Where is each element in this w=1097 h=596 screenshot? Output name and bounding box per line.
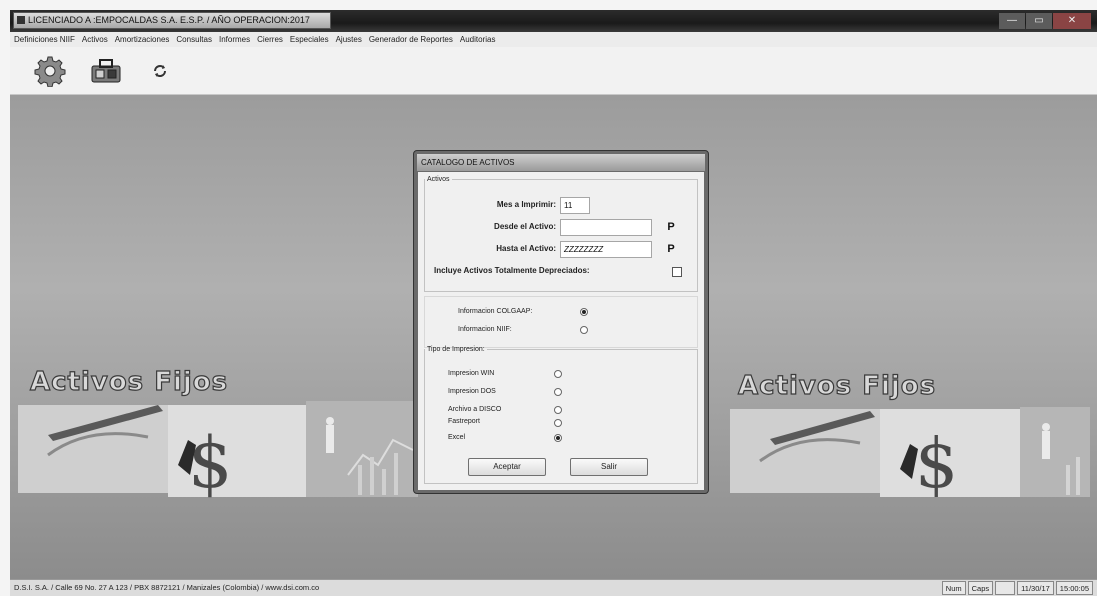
maximize-button[interactable]: ▭ [1026,13,1052,29]
banner-title-right: Activos Fijos [737,370,937,401]
activos-group-label: Activos [427,176,450,183]
title-bar: LICENCIADO A :EMPOCALDAS S.A. E.S.P. / A… [10,10,1097,32]
hasta-activo-input[interactable]: ZZZZZZZZ [560,241,652,258]
close-button[interactable]: ✕ [1053,13,1091,29]
toolbox-icon[interactable] [86,53,126,89]
dialog-title: CATALOGO DE ACTIVOS [417,154,705,171]
tipo-impresion-group: Tipo de Impresion: [424,346,698,484]
desde-activo-input[interactable] [560,219,652,236]
status-bar: D.S.I. S.A. / Calle 69 No. 27 A 123 / PB… [10,579,1097,596]
menu-activos[interactable]: Activos [82,32,108,47]
dialog-body: Activos Mes a Imprimir: 11 Desde el Acti… [418,172,704,490]
print-fastreport-radio[interactable] [554,419,562,427]
print-disco-radio[interactable] [554,406,562,414]
toolbar [10,47,1097,95]
print-option-label: Impresion DOS [448,388,496,395]
status-ins [995,581,1016,595]
menu-consultas[interactable]: Consultas [176,32,212,47]
hasta-label: Hasta el Activo: [496,244,556,253]
info-colgaap-label: Informacion COLGAAP: [458,308,533,315]
menu-informes[interactable]: Informes [219,32,250,47]
status-num: Num [941,581,966,595]
window-title: LICENCIADO A :EMPOCALDAS S.A. E.S.P. / A… [13,12,331,29]
print-win-radio[interactable] [554,370,562,378]
menu-cierres[interactable]: Cierres [257,32,283,47]
banner-title-left: Activos Fijos [29,366,229,397]
gear-icon[interactable] [32,53,68,89]
print-option-label: Archivo a DISCO [448,406,502,413]
hasta-lookup-icon[interactable]: P [665,243,677,256]
menu-amortizaciones[interactable]: Amortizaciones [115,32,170,47]
info-niif-radio[interactable] [580,326,588,334]
app-icon [17,16,25,24]
menu-definiciones-niif[interactable]: Definiciones NIIF [14,32,75,47]
print-option-label: Impresion WIN [448,370,495,377]
main-window: LICENCIADO A :EMPOCALDAS S.A. E.S.P. / A… [10,10,1097,596]
window-controls: — ▭ ✕ [999,13,1091,29]
aceptar-button[interactable]: Aceptar [468,458,546,476]
salir-button[interactable]: Salir [570,458,648,476]
desde-lookup-icon[interactable]: P [665,221,677,234]
banner-image-right: $ [730,399,1090,503]
incluye-depreciados-checkbox[interactable] [672,267,682,277]
print-option-label: Fastreport [448,418,480,425]
menu-ajustes[interactable]: Ajustes [336,32,362,47]
status-date: 11/30/17 [1017,581,1054,595]
window-title-text: LICENCIADO A :EMPOCALDAS S.A. E.S.P. / A… [28,15,310,25]
info-niif-label: Informacion NIIF: [458,326,512,333]
info-group [424,296,698,348]
print-option-label: Excel [448,434,466,441]
print-dos-radio[interactable] [554,388,562,396]
svg-text:$: $ [188,422,233,504]
status-company-info: D.S.I. S.A. / Calle 69 No. 27 A 123 / PB… [14,583,320,592]
incluye-depreciados-label: Incluye Activos Totalmente Depreciados: [434,266,590,275]
desde-label: Desde el Activo: [494,222,556,231]
refresh-icon[interactable] [148,53,172,89]
print-excel-radio[interactable] [554,434,562,442]
status-indicators: Num Caps 11/30/17 15:00:05 [941,581,1093,595]
info-colgaap-radio[interactable] [580,308,588,316]
minimize-button[interactable]: — [999,13,1025,29]
menu-especiales[interactable]: Especiales [290,32,329,47]
status-caps: Caps [967,581,994,595]
desktop-background: Activos Fijos Activos Fijos $ $ CATALOGO… [10,95,1097,579]
menu-generador-de-reportes[interactable]: Generador de Reportes [369,32,453,47]
mes-input[interactable]: 11 [560,197,590,214]
status-time: 15:00:05 [1055,581,1093,595]
menu-bar: Definiciones NIIF Activos Amortizaciones… [10,32,1097,47]
mes-label: Mes a Imprimir: [496,200,556,209]
svg-text:$: $ [915,425,958,503]
menu-auditorias[interactable]: Auditorias [460,32,496,47]
catalogo-activos-dialog: CATALOGO DE ACTIVOS Activos Mes a Imprim… [413,150,709,494]
banner-image-left: $ [18,395,418,505]
tipo-impresion-label: Tipo de Impresion: [427,346,485,353]
